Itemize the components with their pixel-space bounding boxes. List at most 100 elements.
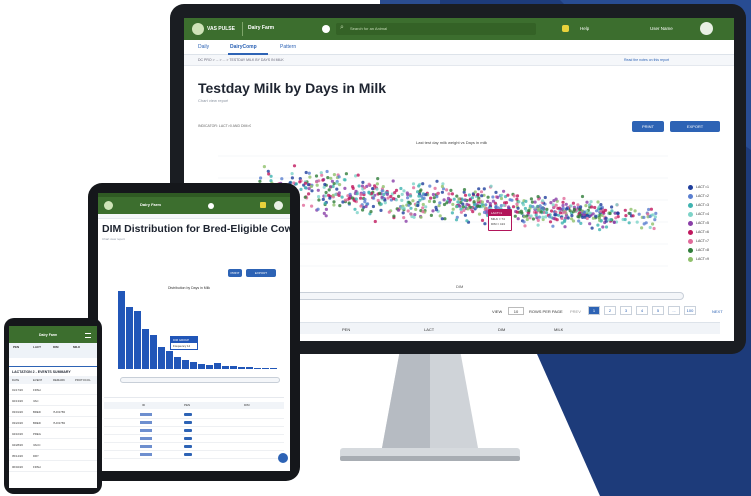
scatter-point bbox=[551, 203, 555, 207]
table-row[interactable]: 06/02/26 FRSH bbox=[9, 461, 97, 472]
event-remark: 7HO1783 bbox=[53, 421, 65, 425]
scatter-point bbox=[378, 191, 382, 195]
pagination-page[interactable]: 1 bbox=[588, 306, 600, 315]
pagination-page[interactable]: ... bbox=[668, 306, 680, 315]
id-link[interactable] bbox=[140, 437, 152, 440]
user-name[interactable]: User Name bbox=[650, 26, 673, 31]
tab-dairycomp[interactable]: DairyComp bbox=[230, 44, 257, 50]
histogram-bar bbox=[222, 366, 229, 369]
print-button[interactable]: PRINT bbox=[632, 121, 664, 132]
avatar[interactable] bbox=[274, 201, 283, 210]
col-header-pen[interactable]: PEN bbox=[342, 327, 350, 332]
pagination-page[interactable]: 3 bbox=[620, 306, 632, 315]
col-header-lact[interactable]: LACT bbox=[424, 327, 434, 332]
scatter-point bbox=[483, 222, 487, 226]
legend-item[interactable]: LACT=1 bbox=[688, 184, 728, 192]
notification-icon[interactable] bbox=[562, 25, 569, 32]
legend-item[interactable]: LACT=7 bbox=[688, 238, 728, 246]
search-bar[interactable]: ⌕ Search for an Animal bbox=[336, 23, 536, 35]
pagination-page[interactable]: 5 bbox=[652, 306, 664, 315]
tab-daily[interactable]: Daily bbox=[198, 44, 209, 50]
id-link[interactable] bbox=[140, 445, 152, 448]
help-link[interactable]: Help bbox=[580, 26, 589, 31]
legend-item[interactable]: LACT=2 bbox=[688, 193, 728, 201]
legend-item[interactable]: LACT=3 bbox=[688, 202, 728, 210]
legend-item[interactable]: LACT=8 bbox=[688, 247, 728, 255]
tablet-col-pen[interactable]: PEN bbox=[184, 403, 190, 407]
tab-pattern[interactable]: Pattern bbox=[280, 44, 296, 50]
id-link[interactable] bbox=[140, 453, 152, 456]
scatter-point bbox=[356, 173, 360, 177]
phone-header-date[interactable]: DATE bbox=[12, 378, 19, 382]
scatter-point bbox=[389, 194, 393, 199]
pen-badge bbox=[184, 445, 192, 448]
tablet-col-dim[interactable]: DIM bbox=[244, 403, 250, 407]
scatter-point bbox=[551, 224, 555, 228]
table-row[interactable]: 03/01/26 BRED 7HO1783 bbox=[9, 406, 97, 417]
scatter-point bbox=[563, 218, 567, 222]
pagination-page[interactable]: 4 bbox=[636, 306, 648, 315]
legend-item[interactable]: LACT=9 bbox=[688, 256, 728, 264]
pagination-page[interactable]: 100 bbox=[684, 306, 696, 315]
avatar[interactable] bbox=[700, 22, 713, 35]
phone-header-event[interactable]: EVENT bbox=[33, 378, 42, 382]
id-link[interactable] bbox=[140, 421, 152, 424]
table-row[interactable]: 01/17/26 FRSH bbox=[9, 384, 97, 395]
legend-label: LACT=7 bbox=[696, 239, 709, 243]
histogram-bar bbox=[118, 291, 125, 369]
brand-logo[interactable] bbox=[104, 201, 113, 210]
table-row[interactable]: 04/10/26 PREG bbox=[9, 428, 97, 439]
floating-action-icon[interactable] bbox=[278, 453, 288, 463]
scatter-point bbox=[447, 192, 451, 196]
tablet-print-button[interactable]: PRINT bbox=[228, 269, 242, 277]
phone-farm-name[interactable]: Dairy Farm bbox=[39, 333, 57, 337]
export-button[interactable]: EXPORT bbox=[670, 121, 720, 132]
legend-label: LACT=5 bbox=[696, 221, 709, 225]
zoom-slider[interactable] bbox=[284, 292, 684, 300]
table-row[interactable] bbox=[104, 419, 284, 427]
farm-selector[interactable]: Dairy Farm bbox=[248, 25, 274, 31]
legend-item[interactable]: LACT=4 bbox=[688, 211, 728, 219]
breadcrumb[interactable]: DC PRO > ... > ... > TESTDAY MILK BY DAY… bbox=[198, 58, 284, 62]
table-row[interactable] bbox=[104, 451, 284, 459]
table-row[interactable] bbox=[104, 443, 284, 451]
histogram-bar bbox=[270, 368, 277, 369]
table-row[interactable]: 02/13/26 VAC bbox=[9, 395, 97, 406]
scatter-point bbox=[323, 182, 327, 187]
scatter-point bbox=[522, 220, 526, 224]
table-row[interactable]: 04/28/26 VACC bbox=[9, 439, 97, 450]
menu-icon[interactable] bbox=[85, 333, 91, 338]
table-row[interactable]: 05/14/26 DRY bbox=[9, 450, 97, 461]
table-row[interactable]: 03/22/26 BRED 7HO1783 bbox=[9, 417, 97, 428]
scatter-point bbox=[510, 198, 514, 202]
search-icon[interactable] bbox=[208, 203, 214, 209]
tablet-export-button[interactable]: EXPORT bbox=[246, 269, 276, 277]
phone-header-protocol[interactable]: PROTOCOL bbox=[75, 378, 91, 382]
table-row[interactable] bbox=[104, 411, 284, 419]
tablet-farm-name[interactable]: Dairy Farm bbox=[140, 202, 161, 207]
report-notes-link[interactable]: Read the notes on this report bbox=[624, 58, 669, 62]
table-row[interactable] bbox=[104, 427, 284, 435]
brand-logo[interactable] bbox=[192, 23, 204, 35]
scatter-point bbox=[558, 211, 562, 215]
notification-icon[interactable] bbox=[260, 202, 266, 208]
pagination-next[interactable]: NEXT bbox=[712, 309, 723, 314]
legend-item[interactable]: LACT=5 bbox=[688, 220, 728, 228]
col-header-milk[interactable]: MILK bbox=[554, 327, 563, 332]
id-link[interactable] bbox=[140, 429, 152, 432]
table-row[interactable] bbox=[104, 435, 284, 443]
rows-per-page-select[interactable]: 10 bbox=[508, 307, 524, 315]
legend-item[interactable]: LACT=6 bbox=[688, 229, 728, 237]
tablet-zoom-slider[interactable] bbox=[120, 377, 280, 383]
pagination-prev[interactable]: PREV bbox=[570, 309, 581, 314]
scatter-point bbox=[335, 187, 339, 191]
search-input[interactable]: Search for an Animal bbox=[350, 26, 387, 31]
phone-header-remark[interactable]: REMARK bbox=[53, 378, 65, 382]
phone-tab-strip[interactable] bbox=[9, 358, 97, 367]
farm-switch-icon[interactable] bbox=[322, 25, 330, 33]
col-header-dim[interactable]: DIM bbox=[498, 327, 505, 332]
id-link[interactable] bbox=[140, 413, 152, 416]
tablet-col-id[interactable]: ID bbox=[142, 403, 145, 407]
scatter-point bbox=[317, 195, 321, 199]
pagination-page[interactable]: 2 bbox=[604, 306, 616, 315]
